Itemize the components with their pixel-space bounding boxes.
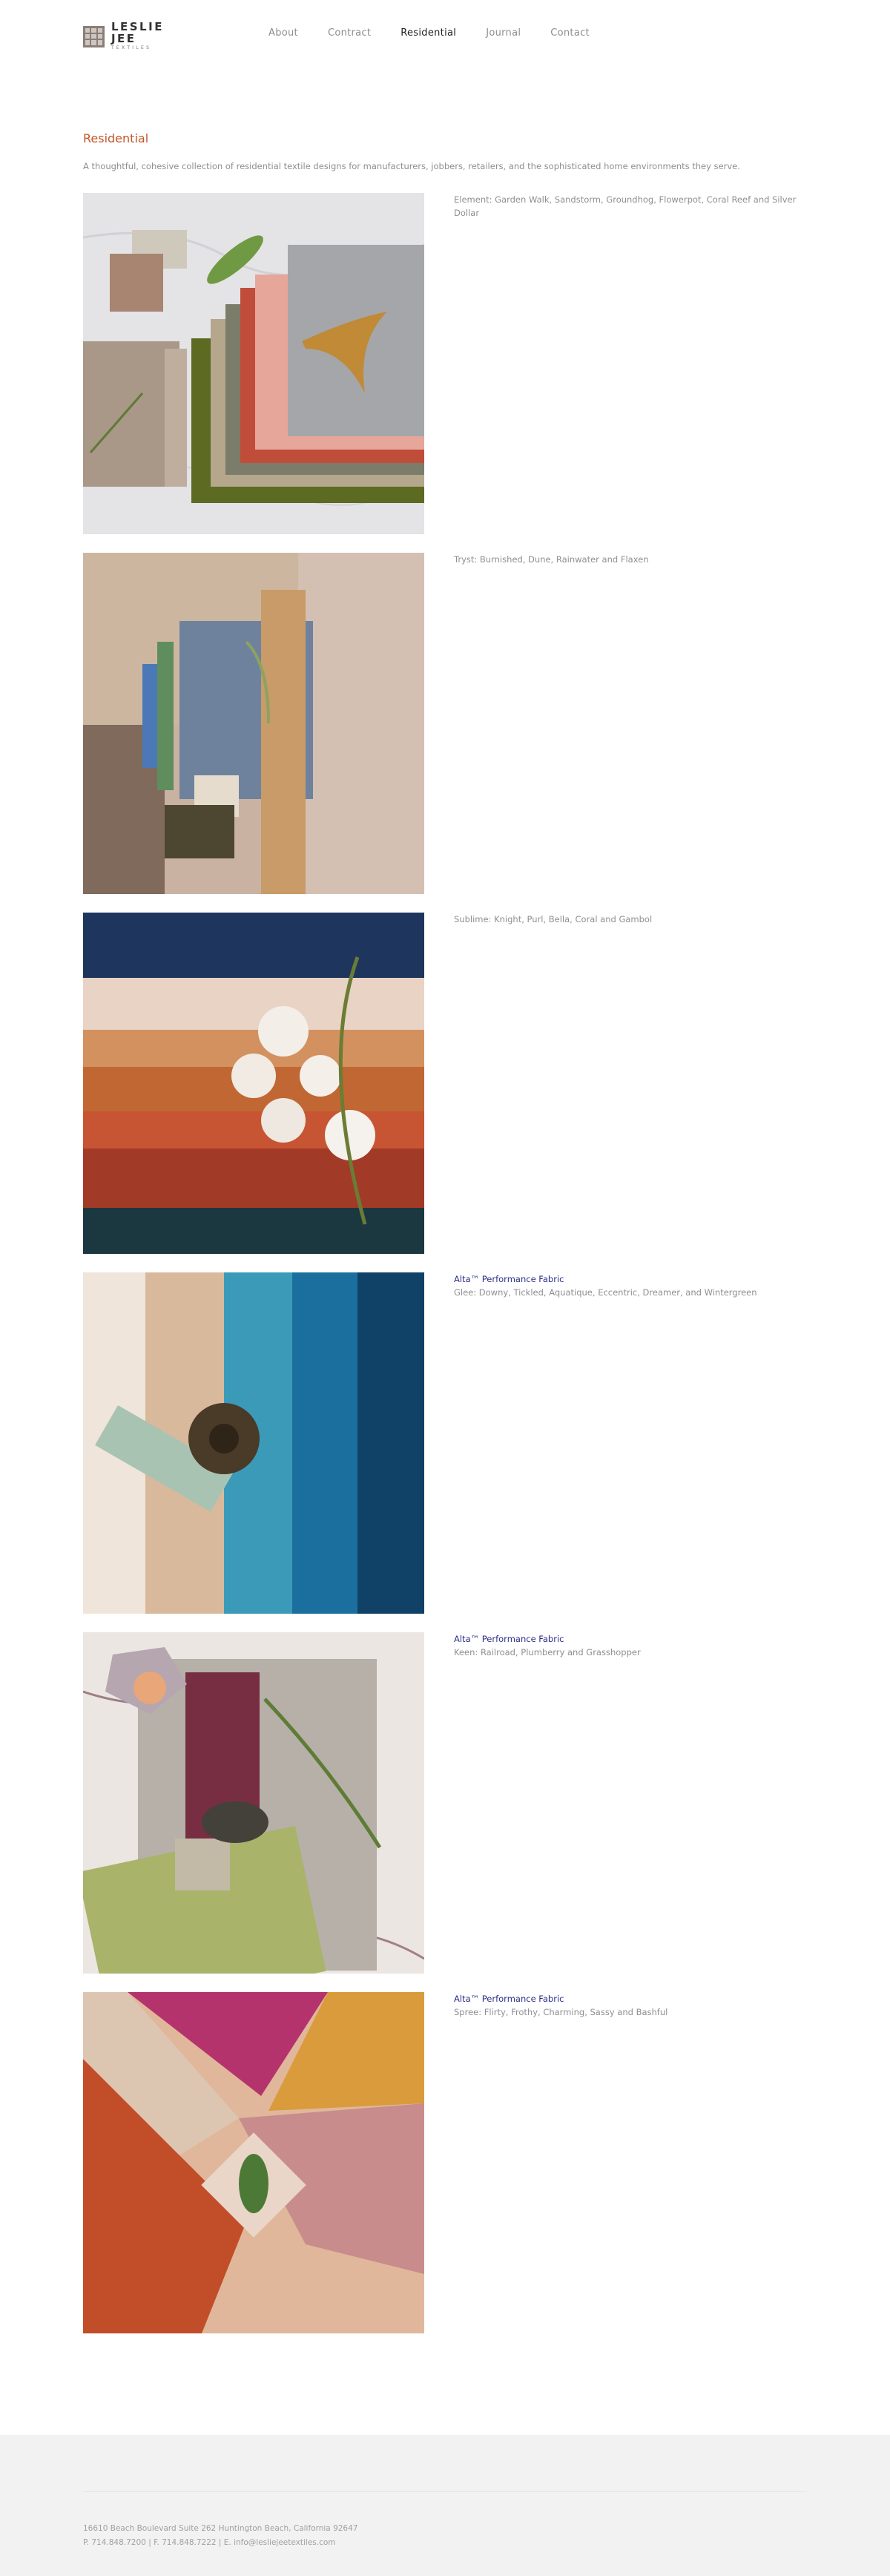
collection-description: Glee: Downy, Tickled, Aquatique, Eccentr… — [454, 1287, 757, 1298]
collection-info: Tryst: Burnished, Dune, Rainwater and Fl… — [454, 553, 810, 566]
site-header: LESLIE JEE TEXTILES About Contract Resid… — [0, 0, 890, 70]
collection-item: Alta™ Performance Fabric Glee: Downy, Ti… — [83, 1272, 825, 1614]
page-intro: A thoughtful, cohesive collection of res… — [83, 161, 740, 171]
collection-description: Spree: Flirty, Frothy, Charming, Sassy a… — [454, 2007, 668, 2017]
collection-image[interactable] — [83, 913, 424, 1254]
collection-info: Alta™ Performance Fabric Spree: Flirty, … — [454, 1992, 810, 2019]
logo-mark-icon — [83, 25, 105, 47]
collection-description: Keen: Railroad, Plumberry and Grasshoppe… — [454, 1647, 641, 1657]
nav-item-contract[interactable]: Contract — [328, 27, 371, 39]
performance-label[interactable]: Alta™ Performance Fabric — [454, 1272, 810, 1286]
collection-image[interactable] — [83, 553, 424, 894]
collection-item: Alta™ Performance Fabric Spree: Flirty, … — [83, 1992, 825, 2333]
collection-image[interactable] — [83, 193, 424, 534]
nav-item-about[interactable]: About — [268, 27, 298, 39]
collection-image[interactable] — [83, 1992, 424, 2333]
brand-name: LESLIE JEE — [111, 20, 164, 45]
main-nav: About Contract Residential Journal Conta… — [268, 27, 619, 39]
collection-item: Tryst: Burnished, Dune, Rainwater and Fl… — [83, 553, 825, 894]
collection-item: Alta™ Performance Fabric Keen: Railroad,… — [83, 1632, 825, 1974]
footer-divider — [83, 2491, 807, 2492]
performance-label[interactable]: Alta™ Performance Fabric — [454, 1632, 810, 1646]
brand-logo[interactable]: LESLIE JEE TEXTILES — [83, 20, 194, 50]
collection-description: Tryst: Burnished, Dune, Rainwater and Fl… — [454, 554, 649, 565]
footer-contact[interactable]: P. 714.848.7200 | F. 714.848.7222 | E. i… — [83, 2538, 336, 2547]
collection-description: Element: Garden Walk, Sandstorm, Groundh… — [454, 194, 797, 218]
collection-item: Element: Garden Walk, Sandstorm, Groundh… — [83, 193, 825, 534]
nav-item-journal[interactable]: Journal — [486, 27, 521, 39]
brand-tagline: TEXTILES — [111, 45, 152, 50]
footer-address: 16610 Beach Boulevard Suite 262 Huntingt… — [83, 2524, 358, 2533]
collection-image[interactable] — [83, 1272, 424, 1614]
nav-item-contact[interactable]: Contact — [550, 27, 590, 39]
site-footer: 16610 Beach Boulevard Suite 262 Huntingt… — [0, 2435, 890, 2576]
collection-info: Element: Garden Walk, Sandstorm, Groundh… — [454, 193, 810, 220]
collection-description: Sublime: Knight, Purl, Bella, Coral and … — [454, 914, 653, 924]
collection-info: Alta™ Performance Fabric Glee: Downy, Ti… — [454, 1272, 810, 1299]
nav-item-residential[interactable]: Residential — [400, 27, 456, 39]
collection-info: Sublime: Knight, Purl, Bella, Coral and … — [454, 913, 810, 926]
page-title: Residential — [83, 131, 149, 145]
collection-item: Sublime: Knight, Purl, Bella, Coral and … — [83, 913, 825, 1254]
collection-image[interactable] — [83, 1632, 424, 1974]
collection-info: Alta™ Performance Fabric Keen: Railroad,… — [454, 1632, 810, 1659]
performance-label[interactable]: Alta™ Performance Fabric — [454, 1992, 810, 2005]
